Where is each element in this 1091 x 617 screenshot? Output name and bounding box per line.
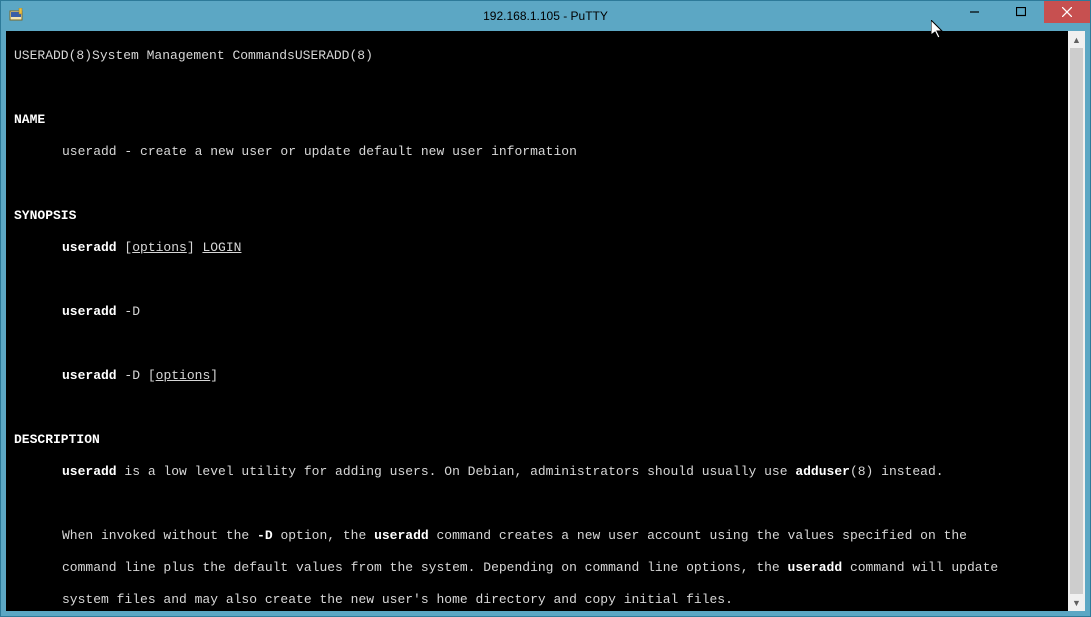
desc-text: command creates a new user account using… [429,528,967,543]
desc-text: command line plus the default values fro… [62,560,788,575]
scroll-thumb[interactable] [1070,48,1083,594]
terminal-content: USERADD(8)System Management CommandsUSER… [6,31,1068,611]
synopsis-arg: LOGIN [202,240,241,255]
scroll-track[interactable] [1068,48,1085,594]
section-heading: NAME [14,112,45,127]
section-heading: SYNOPSIS [14,208,76,223]
close-button[interactable] [1044,1,1090,23]
desc-text: When invoked without the [62,528,257,543]
window-controls [952,1,1090,23]
terminal[interactable]: USERADD(8)System Management CommandsUSER… [6,31,1085,611]
desc-text: adduser [795,464,850,479]
man-header-right: USERADD(8) [295,48,373,63]
synopsis-cmd: useradd [62,304,117,319]
desc-text: is a low level utility for adding users.… [117,464,796,479]
synopsis-cmd: useradd [62,240,117,255]
section-heading: DESCRIPTION [14,432,100,447]
synopsis-cmd: useradd [62,368,117,383]
man-header-center: System Management Commands [92,48,295,63]
desc-text: system files and may also create the new… [62,592,733,607]
desc-text: useradd [62,464,117,479]
desc-text: option, the [273,528,374,543]
titlebar[interactable]: 192.168.1.105 - PuTTY [1,1,1090,31]
name-body: useradd - create a new user or update de… [14,144,1060,160]
desc-text: (8) instead. [850,464,944,479]
synopsis-flag: -D [124,368,140,383]
synopsis-flag: -D [124,304,140,319]
putty-window: 192.168.1.105 - PuTTY USERADD(8)System M… [0,0,1091,617]
minimize-button[interactable] [952,1,998,23]
man-header-left: USERADD(8) [14,48,92,63]
scrollbar[interactable]: ▲ ▼ [1068,31,1085,611]
scroll-up-icon[interactable]: ▲ [1068,31,1085,48]
desc-text: useradd [374,528,429,543]
desc-text: command will update [842,560,998,575]
synopsis-arg: options [132,240,187,255]
desc-text: useradd [788,560,843,575]
window-title: 192.168.1.105 - PuTTY [483,9,608,23]
scroll-down-icon[interactable]: ▼ [1068,594,1085,611]
desc-text: -D [257,528,273,543]
synopsis-arg: options [156,368,211,383]
maximize-button[interactable] [998,1,1044,23]
putty-icon [9,8,25,24]
